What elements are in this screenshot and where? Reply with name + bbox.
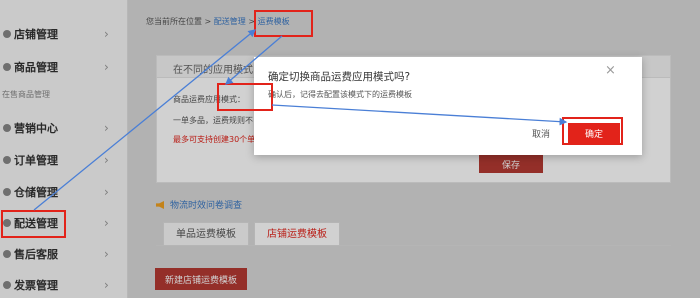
dialog-title: 确定切换商品运费应用模式吗?	[268, 71, 411, 83]
cancel-button[interactable]: 取消	[532, 127, 550, 140]
confirm-dialog: 确定切换商品运费应用模式吗? 确认后，记得去配置该模式下的运费模板 × 取消 确…	[254, 57, 642, 155]
dialog-description: 确认后，记得去配置该模式下的运费模板	[268, 90, 412, 99]
close-icon[interactable]: ×	[605, 63, 616, 78]
confirm-button[interactable]: 确定	[568, 123, 620, 143]
